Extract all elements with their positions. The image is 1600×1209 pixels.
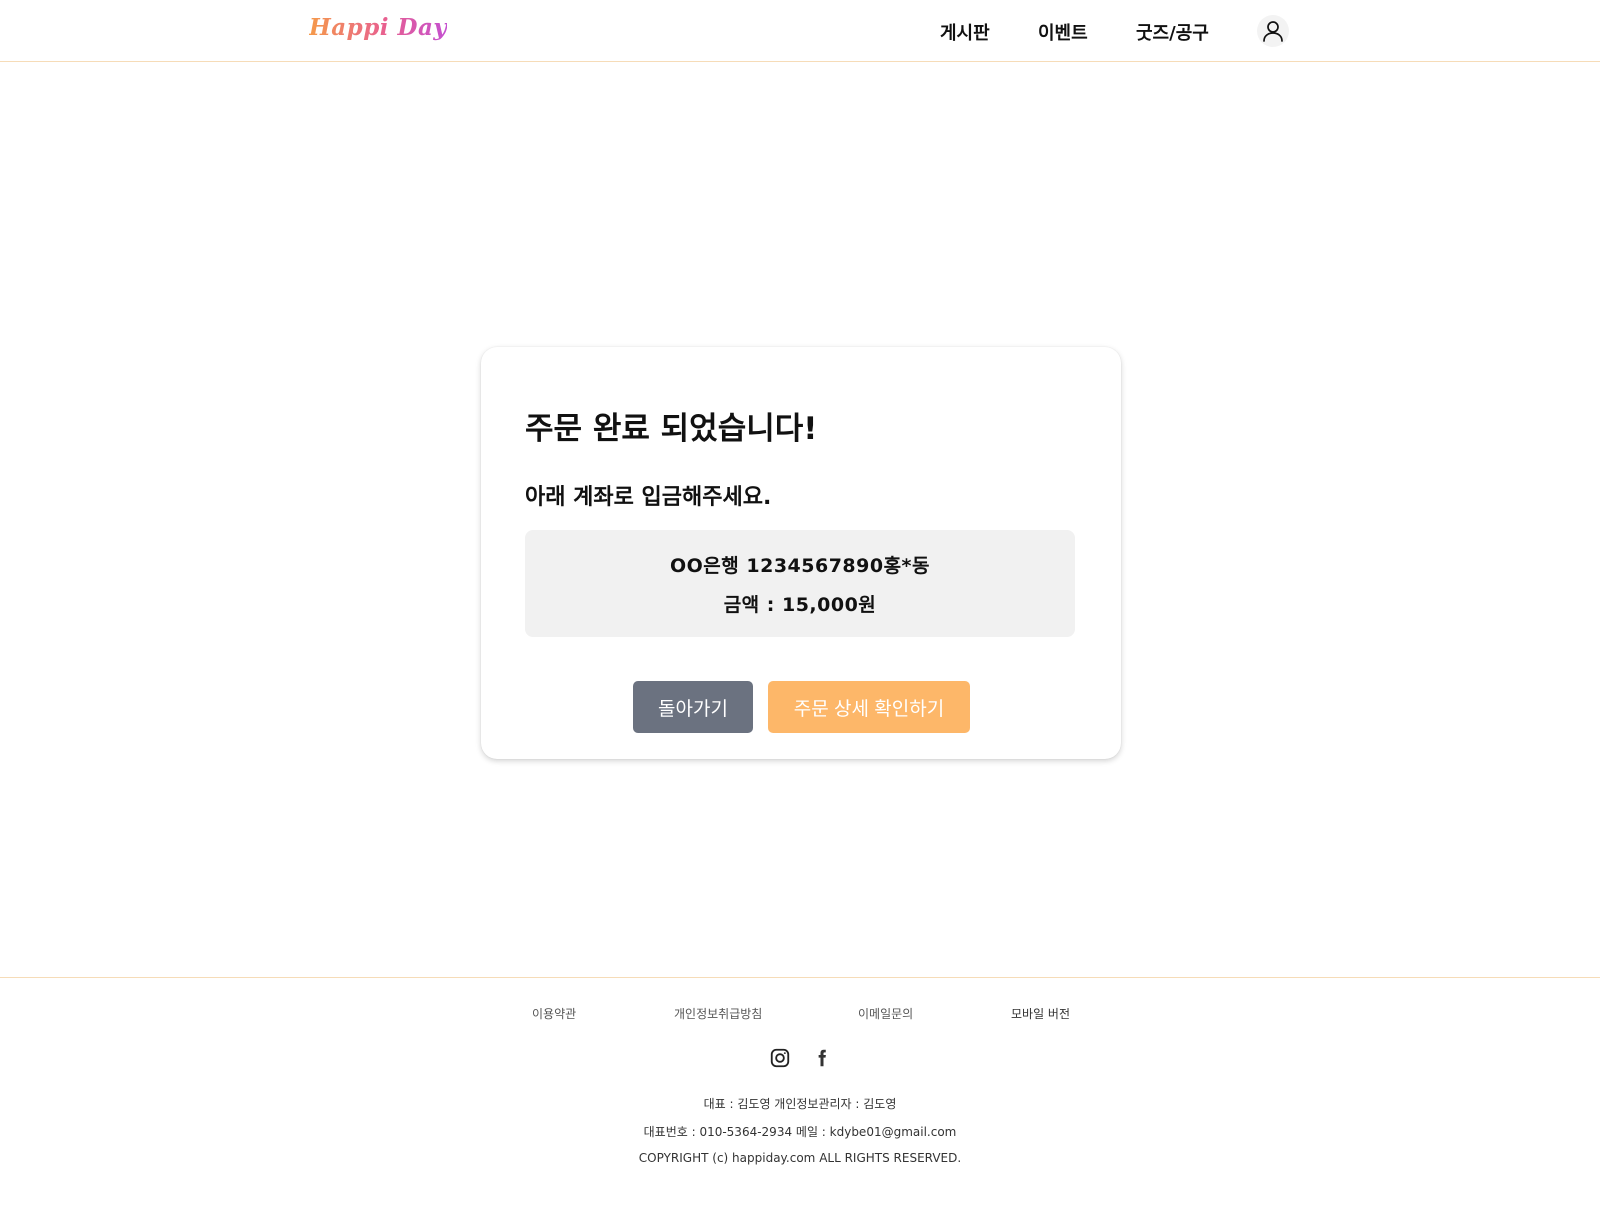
footer-copyright: COPYRIGHT (c) happiday.com ALL RIGHTS RE… <box>638 1151 962 1165</box>
user-menu-button[interactable] <box>1257 15 1289 47</box>
deposit-instruction: 아래 계좌로 입금해주세요. <box>525 485 772 510</box>
payment-amount: 금액 : 15,000원 <box>723 594 877 616</box>
order-detail-button[interactable]: 주문 상세 확인하기 <box>768 681 970 733</box>
order-complete-card: 주문 완료 되었습니다! 아래 계좌로 입금해주세요. OO은행 1234567… <box>481 347 1121 759</box>
instagram-link[interactable] <box>768 1046 792 1070</box>
user-icon <box>1263 21 1283 42</box>
site-logo[interactable]: Happi Day <box>309 14 447 41</box>
footer-link-mobile[interactable]: 모바일 버전 <box>1011 1005 1070 1022</box>
page-title: 주문 완료 되었습니다! <box>525 411 818 447</box>
site-header: Happi Day 게시판 이벤트 굿즈/공구 <box>0 0 1600 62</box>
account-info-box: OO은행 1234567890홍*동 금액 : 15,000원 <box>525 530 1075 637</box>
footer-link-terms[interactable]: 이용약관 <box>532 1005 576 1022</box>
facebook-link[interactable] <box>810 1046 834 1070</box>
footer-contact: 대표번호 : 010-5364-2934 메일 : kdybe01@gmail.… <box>643 1125 957 1139</box>
footer-link-privacy[interactable]: 개인정보취급방침 <box>674 1005 762 1022</box>
instagram-icon <box>770 1048 790 1068</box>
site-footer: 이용약관 개인정보취급방침 이메일문의 모바일 버전 대표 : 김도영 개인정보… <box>0 977 1600 1209</box>
back-button[interactable]: 돌아가기 <box>633 681 753 733</box>
nav-item-goods[interactable]: 굿즈/공구 <box>1136 19 1209 45</box>
nav-item-board[interactable]: 게시판 <box>940 19 990 45</box>
footer-link-email[interactable]: 이메일문의 <box>858 1005 913 1022</box>
facebook-icon <box>818 1049 826 1067</box>
bank-account: OO은행 1234567890홍*동 <box>670 555 930 577</box>
nav-item-event[interactable]: 이벤트 <box>1038 19 1088 45</box>
footer-representative: 대표 : 김도영 개인정보관리자 : 김도영 <box>703 1097 897 1111</box>
